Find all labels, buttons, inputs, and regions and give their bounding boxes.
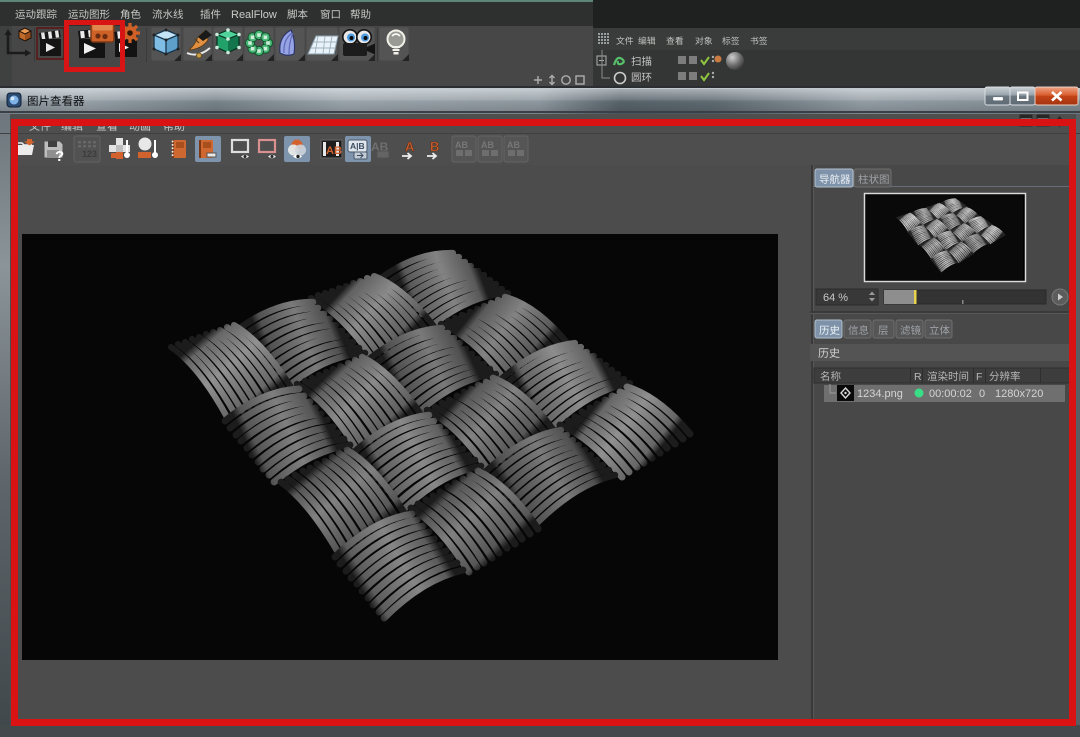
svg-text:1280x720: 1280x720 bbox=[995, 388, 1043, 400]
svg-text:AB: AB bbox=[507, 140, 520, 150]
svg-text:?: ? bbox=[55, 148, 64, 165]
svg-text:AB: AB bbox=[481, 140, 494, 150]
svg-text:AB: AB bbox=[455, 140, 468, 150]
svg-text:B: B bbox=[430, 139, 439, 154]
svg-text:64 %: 64 % bbox=[823, 292, 848, 304]
svg-text:A|B: A|B bbox=[350, 141, 365, 151]
svg-text:0: 0 bbox=[979, 388, 985, 400]
svg-text:RealFlow: RealFlow bbox=[231, 9, 277, 21]
svg-text:123: 123 bbox=[82, 149, 97, 159]
svg-text:AB: AB bbox=[326, 145, 342, 157]
svg-text:R: R bbox=[914, 371, 922, 383]
svg-text:1234.png: 1234.png bbox=[857, 388, 903, 400]
svg-text:F: F bbox=[976, 371, 982, 383]
svg-text:A: A bbox=[405, 139, 415, 154]
svg-text:00:00:02: 00:00:02 bbox=[929, 388, 972, 400]
